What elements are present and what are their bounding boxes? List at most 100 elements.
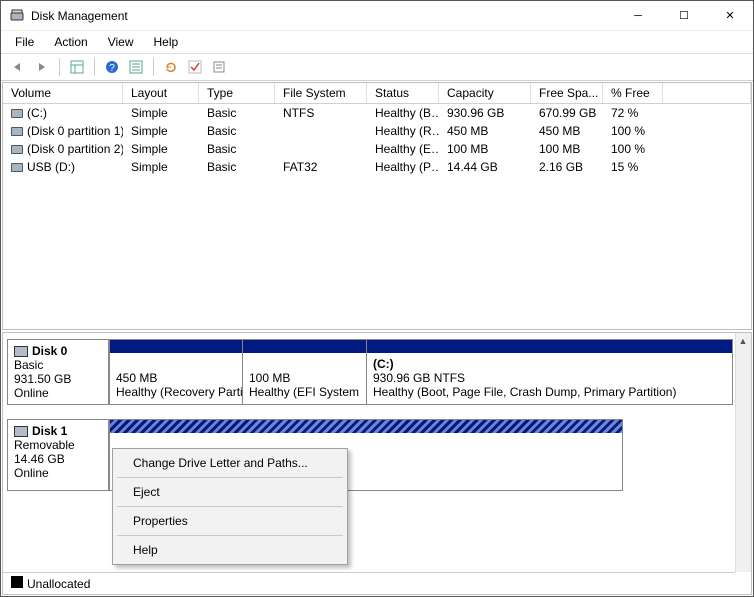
col-capacity[interactable]: Capacity — [439, 83, 531, 103]
disk1-state: Online — [14, 466, 49, 480]
disk0-part2[interactable]: 100 MB Healthy (EFI System — [243, 353, 367, 405]
cell-capacity: 930.96 GB — [439, 105, 531, 121]
volume-icon — [11, 109, 23, 118]
col-spacer — [663, 83, 751, 103]
disk0-info[interactable]: Disk 0 Basic 931.50 GB Online — [7, 339, 109, 405]
part-size: 930.96 GB NTFS — [373, 371, 465, 385]
cell-fs: NTFS — [275, 105, 367, 121]
toolbar: ? — [1, 54, 753, 81]
cell-fs — [275, 123, 367, 139]
cell-pct: 72 % — [603, 105, 663, 121]
cell-fs: FAT32 — [275, 159, 367, 175]
disk-icon — [14, 346, 28, 357]
context-menu: Change Drive Letter and Paths... Eject P… — [112, 448, 348, 565]
volume-row[interactable]: (C:) SimpleBasicNTFSHealthy (B…930.96 GB6… — [3, 104, 751, 122]
menu-view[interactable]: View — [100, 33, 142, 51]
app-icon — [9, 8, 25, 24]
back-button[interactable] — [9, 58, 27, 76]
cell-layout: Simple — [123, 123, 199, 139]
cell-type: Basic — [199, 123, 275, 139]
part-title: (C:) — [373, 357, 394, 371]
part-size: 450 MB — [116, 371, 157, 385]
properties-icon[interactable] — [210, 58, 228, 76]
close-button[interactable]: ✕ — [707, 1, 753, 31]
menu-file[interactable]: File — [7, 33, 42, 51]
part-status: Healthy (EFI System — [249, 385, 359, 399]
cell-capacity: 100 MB — [439, 141, 531, 157]
col-layout[interactable]: Layout — [123, 83, 199, 103]
legend: Unallocated — [3, 572, 735, 594]
maximize-button[interactable]: ☐ — [661, 1, 707, 31]
column-headers: Volume Layout Type File System Status Ca… — [3, 83, 751, 104]
volume-row[interactable]: USB (D:) SimpleBasicFAT32Healthy (P…14.44… — [3, 158, 751, 176]
cell-capacity: 14.44 GB — [439, 159, 531, 175]
disk0-size: 931.50 GB — [14, 372, 71, 386]
legend-unallocated: Unallocated — [27, 577, 90, 591]
cell-type: Basic — [199, 105, 275, 121]
cell-free: 670.99 GB — [531, 105, 603, 121]
cell-layout: Simple — [123, 159, 199, 175]
volume-name: (C:) — [27, 106, 47, 120]
volume-icon — [11, 163, 23, 172]
disk0-part3[interactable]: (C:) 930.96 GB NTFS Healthy (Boot, Page … — [367, 353, 733, 405]
cell-layout: Simple — [123, 105, 199, 121]
disk0-part1[interactable]: 450 MB Healthy (Recovery Partition) — [109, 353, 243, 405]
disk-icon — [14, 426, 28, 437]
volume-name: (Disk 0 partition 1) — [27, 124, 123, 138]
cell-free: 2.16 GB — [531, 159, 603, 175]
cell-pct: 15 % — [603, 159, 663, 175]
cell-free: 450 MB — [531, 123, 603, 139]
part-size: 100 MB — [249, 371, 290, 385]
vertical-scrollbar[interactable]: ▲ — [735, 333, 751, 572]
legend-swatch-unallocated — [11, 576, 23, 588]
col-volume[interactable]: Volume — [3, 83, 123, 103]
cell-status: Healthy (R… — [367, 123, 439, 139]
settings-list-icon[interactable] — [127, 58, 145, 76]
show-hide-icon[interactable] — [68, 58, 86, 76]
scroll-up-icon[interactable]: ▲ — [736, 333, 750, 349]
minimize-button[interactable]: ─ — [615, 1, 661, 31]
part-status: Healthy (Recovery Partition) — [116, 385, 243, 399]
cell-status: Healthy (B… — [367, 105, 439, 121]
cell-free: 100 MB — [531, 141, 603, 157]
disk0-type: Basic — [14, 358, 43, 372]
action-check-icon[interactable] — [186, 58, 204, 76]
cell-capacity: 450 MB — [439, 123, 531, 139]
disk1-label: Disk 1 — [32, 424, 67, 438]
cell-fs — [275, 141, 367, 157]
volume-icon — [11, 145, 23, 154]
volume-row[interactable]: (Disk 0 partition 2)SimpleBasicHealthy (… — [3, 140, 751, 158]
disk1-type: Removable — [14, 438, 75, 452]
cell-status: Healthy (E… — [367, 141, 439, 157]
cell-pct: 100 % — [603, 141, 663, 157]
menu-help[interactable]: Help — [146, 33, 187, 51]
menu-bar: File Action View Help — [1, 31, 753, 54]
cell-type: Basic — [199, 141, 275, 157]
volume-name: USB (D:) — [27, 160, 75, 174]
part-status: Healthy (Boot, Page File, Crash Dump, Pr… — [373, 385, 676, 399]
col-status[interactable]: Status — [367, 83, 439, 103]
menu-action[interactable]: Action — [46, 33, 95, 51]
ctx-change-drive-letter[interactable]: Change Drive Letter and Paths... — [115, 452, 345, 474]
disk1-info[interactable]: Disk 1 Removable 14.46 GB Online — [7, 419, 109, 491]
volume-row[interactable]: (Disk 0 partition 1)SimpleBasic Healthy (… — [3, 122, 751, 140]
svg-text:?: ? — [109, 63, 115, 74]
ctx-properties[interactable]: Properties — [115, 510, 345, 532]
disk0-state: Online — [14, 386, 49, 400]
disk-row-0: Disk 0 Basic 931.50 GB Online 450 MB Hea… — [7, 339, 733, 405]
col-pct[interactable]: % Free — [603, 83, 663, 103]
col-fs[interactable]: File System — [275, 83, 367, 103]
cell-type: Basic — [199, 159, 275, 175]
refresh-icon[interactable] — [162, 58, 180, 76]
help-icon[interactable]: ? — [103, 58, 121, 76]
ctx-eject[interactable]: Eject — [115, 481, 345, 503]
forward-button[interactable] — [33, 58, 51, 76]
disk0-label: Disk 0 — [32, 344, 67, 358]
volume-icon — [11, 127, 23, 136]
cell-status: Healthy (P… — [367, 159, 439, 175]
window-title: Disk Management — [31, 9, 615, 23]
ctx-help[interactable]: Help — [115, 539, 345, 561]
col-free[interactable]: Free Spa... — [531, 83, 603, 103]
col-type[interactable]: Type — [199, 83, 275, 103]
volume-name: (Disk 0 partition 2) — [27, 142, 123, 156]
